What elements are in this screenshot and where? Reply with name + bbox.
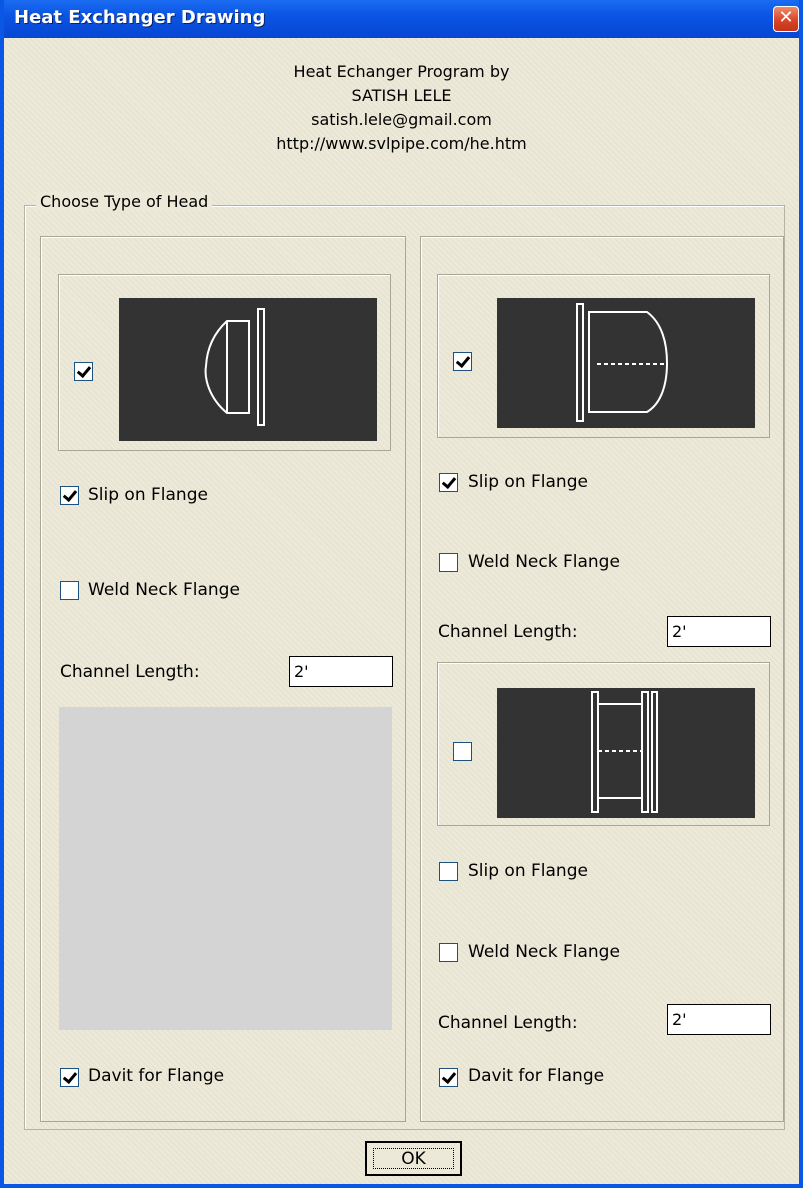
left-weld-neck-flange-label: Weld Neck Flange	[88, 580, 240, 600]
left-slip-on-flange-checkbox[interactable]	[60, 486, 79, 505]
left-preview-area	[59, 707, 392, 1030]
right-a-channel-length-input[interactable]	[667, 616, 771, 647]
dialog-window: Heat Exchanger Drawing ✕ Heat Echanger P…	[0, 0, 803, 1188]
right-a-slip-on-flange-checkbox[interactable]	[439, 473, 458, 492]
close-button[interactable]: ✕	[773, 6, 799, 32]
right-head-b-drawing	[497, 688, 755, 818]
window-title: Heat Exchanger Drawing	[14, 7, 266, 28]
shell-head-drawing	[576, 303, 669, 422]
credits-line-program: Heat Echanger Program by	[293, 62, 510, 81]
right-b-slip-on-flange-label: Slip on Flange	[468, 861, 588, 881]
credits-url: http://www.svlpipe.com/he.htm	[276, 134, 527, 153]
ok-button-label: OK	[373, 1148, 454, 1169]
right-head-a-drawing	[497, 298, 755, 428]
left-davit-checkbox[interactable]	[60, 1068, 79, 1087]
right-davit-checkbox[interactable]	[439, 1068, 458, 1087]
right-a-weld-neck-flange-checkbox[interactable]	[439, 553, 458, 572]
right-davit-label: Davit for Flange	[468, 1066, 605, 1086]
left-head-drawing	[119, 298, 377, 441]
left-slip-on-flange-label: Slip on Flange	[88, 485, 208, 505]
dished-head-drawing	[204, 308, 265, 426]
left-channel-length-label: Channel Length:	[60, 662, 200, 682]
ok-button[interactable]: OK	[365, 1141, 462, 1176]
right-b-weld-neck-flange-label: Weld Neck Flange	[468, 942, 620, 962]
right-head-a-select-checkbox[interactable]	[453, 352, 472, 371]
credits-author: SATISH LELE	[351, 86, 452, 105]
right-a-slip-on-flange-label: Slip on Flange	[468, 472, 588, 492]
credits-email: satish.lele@gmail.com	[311, 110, 492, 129]
left-weld-neck-flange-checkbox[interactable]	[60, 581, 79, 600]
right-b-weld-neck-flange-checkbox[interactable]	[439, 943, 458, 962]
channel-head-drawing	[591, 691, 658, 813]
right-head-b-select-checkbox[interactable]	[453, 742, 472, 761]
right-b-channel-length-label: Channel Length:	[438, 1013, 578, 1033]
title-bar[interactable]: Heat Exchanger Drawing ✕	[4, 0, 799, 38]
right-b-channel-length-input[interactable]	[667, 1004, 771, 1035]
right-a-weld-neck-flange-label: Weld Neck Flange	[468, 552, 620, 572]
left-davit-label: Davit for Flange	[88, 1066, 225, 1086]
left-head-select-checkbox[interactable]	[74, 362, 93, 381]
close-icon: ✕	[778, 7, 794, 28]
credits-block: Heat Echanger Program by SATISH LELE sat…	[4, 60, 799, 156]
right-a-channel-length-label: Channel Length:	[438, 622, 578, 642]
left-channel-length-input[interactable]	[289, 656, 393, 687]
groupbox-legend: Choose Type of Head	[36, 192, 213, 211]
right-b-slip-on-flange-checkbox[interactable]	[439, 862, 458, 881]
